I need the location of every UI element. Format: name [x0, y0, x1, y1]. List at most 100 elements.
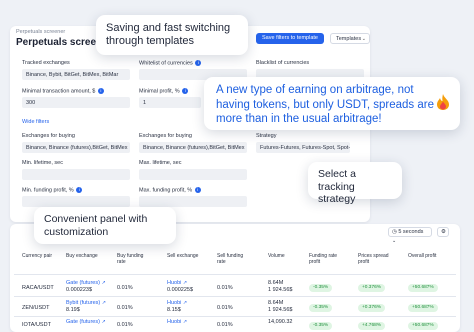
- cell-pair: ZEN/USDT: [22, 305, 50, 311]
- min-funding-label-text: Min. funding profit, %: [22, 187, 74, 194]
- sell-price: 0.000225$: [167, 287, 193, 294]
- overall-profit-badge: +50.687%: [408, 304, 438, 313]
- callout-panel: Convenient panel with customization: [34, 207, 176, 244]
- info-icon[interactable]: i: [194, 187, 201, 193]
- buy-exchange-link[interactable]: Gate (futures): [66, 319, 100, 325]
- sell-price: 8.15$: [167, 307, 181, 314]
- whitelist-label-text: Whitelist of currencies: [139, 60, 193, 67]
- tracked-exchanges-label: Tracked exchanges: [22, 60, 70, 66]
- external-link-icon[interactable]: ↗: [102, 300, 106, 306]
- sell-exchange-link[interactable]: Huobi: [167, 319, 181, 325]
- cell-buy-exchange: Bybit (futures) ↗ 8.19$: [66, 300, 106, 315]
- spread-profit-badge: +0.376%: [358, 284, 386, 293]
- sell-exchange-link[interactable]: Huobi: [167, 280, 181, 286]
- col-header-pair[interactable]: Currency pair: [22, 253, 52, 259]
- blacklist-label: Blacklist of currencies: [256, 60, 310, 66]
- cell-volume: 8.64M 1 924.56$: [268, 280, 292, 295]
- max-lifetime-field[interactable]: [139, 169, 247, 180]
- strategy-label: Strategy: [256, 133, 277, 139]
- min-funding-label: Min. funding profit, % i: [22, 187, 83, 194]
- external-link-icon[interactable]: ↗: [183, 319, 187, 325]
- min-lifetime-label: Min. lifetime, sec: [22, 160, 63, 166]
- funding-profit-badge: -0.35%: [309, 284, 333, 293]
- table-divider: [14, 274, 456, 275]
- info-icon[interactable]: i: [195, 60, 202, 66]
- cell-spread-profit: +4.768%: [358, 322, 386, 331]
- cell-overall-profit: +50.687%: [408, 284, 438, 293]
- save-filters-button[interactable]: Save filters to template: [256, 33, 324, 44]
- wide-filters-toggle[interactable]: Wide filters: [22, 119, 49, 125]
- col-header-overall-profit[interactable]: Overall profit: [408, 253, 448, 259]
- cell-funding-profit: -0.35%: [309, 304, 333, 313]
- col-header-spread-profit[interactable]: Prices spread profit: [358, 253, 392, 266]
- cell-spread-profit: +0.376%: [358, 284, 386, 293]
- overall-profit-badge: +50.687%: [408, 284, 438, 293]
- spread-profit-badge: +0.376%: [358, 304, 386, 313]
- col-header-buy-rate[interactable]: Buy funding rate: [117, 253, 147, 266]
- spread-profit-badge: +4.768%: [358, 322, 386, 331]
- funding-profit-badge: -0.35%: [309, 322, 333, 331]
- buy-exchange-link[interactable]: Gate (futures): [66, 280, 100, 286]
- max-lifetime-label: Max. lifetime, sec: [139, 160, 182, 166]
- table-divider: [14, 296, 456, 297]
- refresh-interval-select[interactable]: ◷ 5 seconds ⌄: [388, 227, 432, 244]
- min-profit-field[interactable]: 1: [139, 97, 201, 108]
- info-icon[interactable]: i: [76, 187, 83, 193]
- refresh-interval-value: 5 seconds: [398, 229, 424, 235]
- cell-volume: 8.64M 1 924.56$: [268, 300, 292, 315]
- external-link-icon[interactable]: ↗: [101, 319, 105, 325]
- cell-sell-rate: 0.01%: [217, 305, 233, 311]
- max-funding-label-text: Max. funding profit, %: [139, 187, 193, 194]
- min-lifetime-field[interactable]: [22, 169, 130, 180]
- exchanges-buying-field[interactable]: Binance, Binance (futures),BitGet, BitMe…: [22, 142, 130, 153]
- col-header-volume[interactable]: Volume: [268, 253, 308, 259]
- strategy-select[interactable]: Futures-Futures, Futures-Spot, Spot-...: [256, 142, 350, 153]
- cell-buy-exchange: Gate (futures) ↗ 0.000223$: [66, 280, 106, 295]
- buy-price: 0.000223$: [66, 287, 92, 294]
- min-amount-field[interactable]: 300: [22, 97, 130, 108]
- col-header-sell-exchange[interactable]: Sell exchange: [167, 253, 213, 259]
- info-icon[interactable]: i: [182, 88, 189, 94]
- cell-funding-profit: -0.35%: [309, 284, 333, 293]
- info-icon[interactable]: i: [97, 88, 104, 94]
- max-funding-field[interactable]: [139, 196, 247, 207]
- templates-dropdown[interactable]: Templates ⌄: [330, 33, 370, 44]
- callout-templates: Saving and fast switching through templa…: [96, 15, 248, 55]
- cell-sell-exchange: Huobi ↗ 8.15$: [167, 300, 187, 315]
- cell-buy-exchange: Gate (futures) ↗: [66, 319, 106, 326]
- flame-icon: [437, 94, 449, 110]
- min-amount-label: Minimal transaction amount, $ i: [22, 88, 104, 94]
- cell-overall-profit: +50.687%: [408, 322, 438, 331]
- cell-overall-profit: +50.687%: [408, 304, 438, 313]
- cell-buy-rate: 0.01%: [117, 305, 133, 311]
- external-link-icon[interactable]: ↗: [183, 300, 187, 306]
- external-link-icon[interactable]: ↗: [101, 280, 105, 286]
- external-link-icon[interactable]: ↗: [183, 280, 187, 286]
- callout-earning: A new type of earning on arbitrage, not …: [204, 77, 460, 130]
- col-header-sell-rate[interactable]: Sell funding rate: [217, 253, 247, 266]
- max-funding-label: Max. funding profit, % i: [139, 187, 201, 193]
- tracked-exchanges-field[interactable]: Binance, Bybit, BitGet, BitMex, BitMar: [22, 69, 130, 80]
- cell-buy-rate: 0.01%: [117, 322, 133, 328]
- min-profit-label: Minimal profit, % i: [139, 88, 189, 94]
- exchanges-selling-field[interactable]: Binance, Binance (futures),BitGet, BitMe…: [139, 142, 247, 153]
- exchanges-selling-label: Exchanges for buying: [139, 133, 192, 139]
- refresh-clock-icon: ◷: [392, 229, 397, 235]
- settings-icon[interactable]: ⚙: [437, 227, 449, 237]
- cell-sell-exchange: Huobi ↗: [167, 319, 187, 326]
- whitelist-label: Whitelist of currencies i: [139, 60, 202, 67]
- volume-value: 8.64M: [268, 300, 284, 306]
- templates-label: Templates: [336, 36, 362, 42]
- callout-strategy: Select a tracking strategy: [308, 162, 402, 205]
- col-header-funding-profit[interactable]: Funding rate profit: [309, 253, 343, 266]
- cell-spread-profit: +0.376%: [358, 304, 386, 313]
- cell-pair: RACA/USDT: [22, 285, 54, 291]
- chevron-down-icon: ⌄: [361, 36, 366, 42]
- min-funding-field[interactable]: [22, 196, 130, 207]
- volume-value: 8.64M: [268, 280, 284, 286]
- buy-exchange-link[interactable]: Bybit (futures): [66, 300, 100, 306]
- sell-exchange-link[interactable]: Huobi: [167, 300, 181, 306]
- cell-sell-rate: 0.01%: [217, 285, 233, 291]
- breadcrumb[interactable]: Perpetuals screener: [16, 29, 65, 35]
- col-header-buy-exchange[interactable]: Buy exchange: [66, 253, 112, 259]
